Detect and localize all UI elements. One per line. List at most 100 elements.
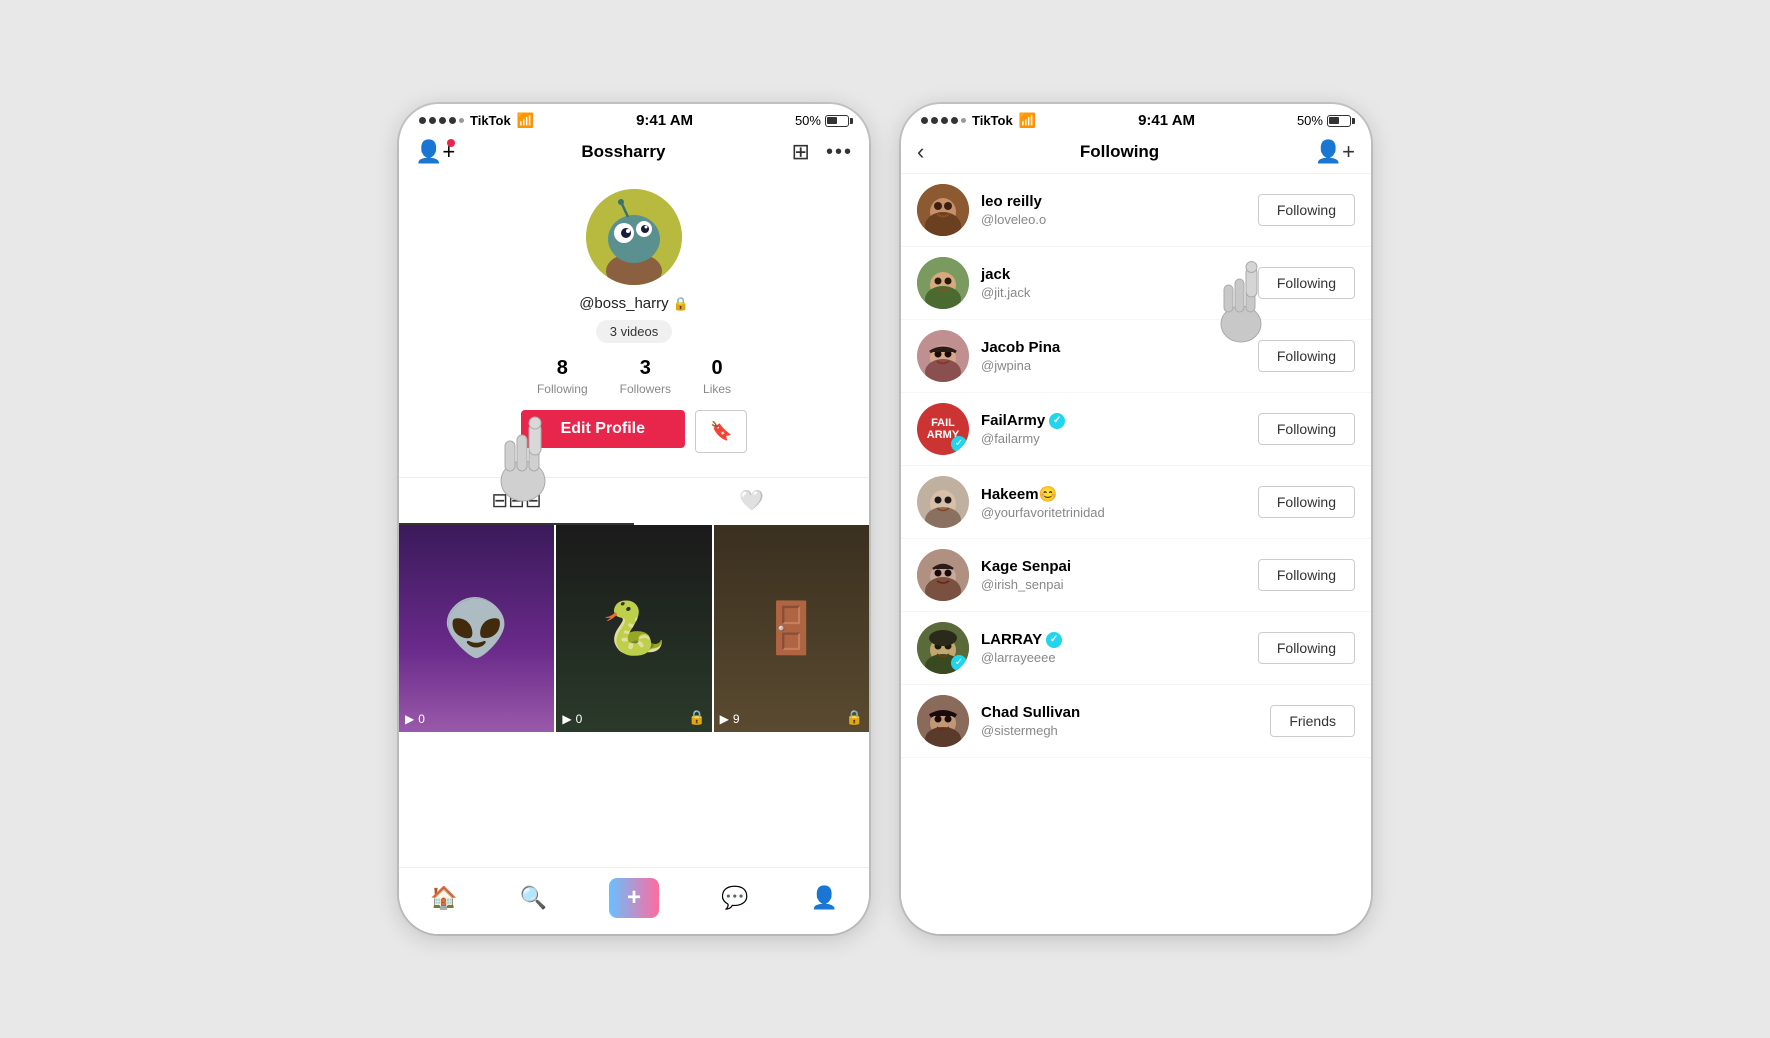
signal-indicator-2: [921, 117, 966, 124]
nav-profile[interactable]: 👤: [811, 885, 838, 911]
following-button-kage[interactable]: Following: [1258, 559, 1355, 591]
verified-icon-failarmy: ✓: [1049, 413, 1065, 429]
avatar-chad[interactable]: [917, 695, 969, 747]
user-handle-jack: @jit.jack: [981, 285, 1246, 300]
avatar-larray[interactable]: ✓: [917, 622, 969, 674]
avatar-kage[interactable]: [917, 549, 969, 601]
more-options-icon[interactable]: •••: [826, 141, 853, 164]
verified-badge-failarmy: ✓: [951, 422, 967, 453]
bookmark-button[interactable]: 🔖: [695, 410, 747, 453]
dot4: [449, 117, 456, 124]
videos-grid: 👽 ▶ 0 🐍 ▶ 0 🔒 🚪: [399, 525, 869, 732]
following-item-jack: jack @jit.jack Following: [901, 247, 1371, 320]
profile-icon: 👤: [811, 885, 838, 911]
signal-indicator: [419, 117, 464, 124]
nav-inbox[interactable]: 💬: [721, 885, 748, 911]
views-count-3: 9: [733, 712, 740, 726]
verified-badge-larray: ✓: [951, 641, 967, 672]
battery-group-2: 50%: [1297, 113, 1351, 128]
following-item-kage: Kage Senpai @irish_senpai Following: [901, 539, 1371, 612]
plus-icon: +: [627, 884, 641, 912]
user-name-hakeem: Hakeem😊: [981, 485, 1246, 503]
avatar-kage-svg: [917, 549, 969, 601]
lock-icon: 🔒: [673, 296, 689, 312]
tab-liked[interactable]: 🤍: [634, 478, 869, 525]
friends-button-chad[interactable]: Friends: [1270, 705, 1355, 737]
following-item-jacob: Jacob Pina @jwpina Following: [901, 320, 1371, 393]
battery-percent: 50%: [795, 113, 821, 128]
following-count: 8: [557, 357, 568, 380]
following-button-larray[interactable]: Following: [1258, 632, 1355, 664]
user-handle-larray: @larrayeeee: [981, 650, 1246, 665]
play-icon-1: ▶: [405, 712, 414, 726]
stat-likes[interactable]: 0 Likes: [703, 357, 731, 396]
video-views-3: ▶ 9: [720, 712, 740, 726]
bottom-navigation: 🏠 🔍 + 💬 👤: [399, 867, 869, 934]
edit-profile-button[interactable]: Edit Profile: [521, 410, 685, 448]
avatar-leo-svg: [917, 184, 969, 236]
profile-header: 👤+ Bossharry ⊞ •••: [399, 133, 869, 173]
battery-icon-2: [1327, 115, 1351, 127]
following-button-jacob[interactable]: Following: [1258, 340, 1355, 372]
video-thumb-1[interactable]: 👽 ▶ 0: [399, 525, 554, 732]
following-button-failarmy[interactable]: Following: [1258, 413, 1355, 445]
user-info-hakeem: Hakeem😊 @yourfavoritetrinidad: [981, 485, 1246, 520]
back-button[interactable]: ‹: [917, 139, 924, 165]
battery-percent-2: 50%: [1297, 113, 1323, 128]
wifi-icon-2: 📶: [1019, 112, 1036, 129]
grid-icon[interactable]: ⊞: [792, 139, 810, 165]
video-lock-1: 🔒: [688, 709, 705, 726]
following-phone: TikTok 📶 9:41 AM 50% ‹ Following 👤+: [901, 104, 1371, 934]
verified-icon-larray: ✓: [1046, 632, 1062, 648]
stat-following[interactable]: 8 Following: [537, 357, 588, 396]
user-handle-leo: @loveleo.o: [981, 212, 1246, 227]
nav-home[interactable]: 🏠: [430, 885, 457, 911]
tab-videos[interactable]: ⊟⊟⊟: [399, 478, 634, 525]
create-button[interactable]: +: [609, 878, 659, 918]
time-display-2: 9:41 AM: [1138, 112, 1195, 129]
home-icon: 🏠: [430, 885, 457, 911]
videos-badge: 3 videos: [596, 320, 672, 343]
grid-videos-icon: ⊟⊟⊟: [491, 488, 541, 513]
following-item-failarmy: FAILARMY ✓ FailArmy ✓ @failarmy Followin…: [901, 393, 1371, 466]
following-button-leo[interactable]: Following: [1258, 194, 1355, 226]
battery-fill: [827, 117, 837, 124]
video-views-1: ▶ 0: [405, 712, 425, 726]
video-thumb-3[interactable]: 🚪 ▶ 9 🔒: [714, 525, 869, 732]
user-name-jack: jack: [981, 266, 1246, 283]
avatar-hakeem[interactable]: [917, 476, 969, 528]
battery-group: 50%: [795, 113, 849, 128]
content-tabs: ⊟⊟⊟ 🤍: [399, 477, 869, 525]
video-thumb-2[interactable]: 🐍 ▶ 0 🔒: [556, 525, 711, 732]
avatar-hakeem-svg: [917, 476, 969, 528]
avatar-svg: [586, 189, 682, 285]
status-bar-profile: TikTok 📶 9:41 AM 50%: [399, 104, 869, 133]
action-row: Edit Profile: [501, 410, 768, 453]
views-count-1: 0: [418, 712, 425, 726]
user-info-larray: LARRAY ✓ @larrayeeee: [981, 631, 1246, 665]
add-user-following-button[interactable]: 👤+: [1315, 139, 1355, 165]
profile-handle: @boss_harry 🔒: [579, 295, 689, 312]
avatar-leo[interactable]: [917, 184, 969, 236]
profile-avatar[interactable]: [586, 189, 682, 285]
avatar-failarmy[interactable]: FAILARMY ✓: [917, 403, 969, 455]
stat-followers[interactable]: 3 Followers: [620, 357, 671, 396]
avatar-jacob[interactable]: [917, 330, 969, 382]
nav-search[interactable]: 🔍: [520, 885, 547, 911]
user-name-jacob: Jacob Pina: [981, 339, 1246, 356]
followers-label: Followers: [620, 382, 671, 396]
likes-count: 0: [711, 357, 722, 380]
user-info-jacob: Jacob Pina @jwpina: [981, 339, 1246, 373]
user-name-chad: Chad Sullivan: [981, 704, 1258, 721]
carrier-name-2: TikTok: [972, 113, 1013, 128]
following-item-larray: ✓ LARRAY ✓ @larrayeeee Following: [901, 612, 1371, 685]
heart-icon: 🤍: [739, 488, 764, 513]
following-button-jack[interactable]: Following: [1258, 267, 1355, 299]
play-icon-2: ▶: [562, 712, 571, 726]
user-info-leo: leo reilly @loveleo.o: [981, 193, 1246, 227]
following-button-hakeem[interactable]: Following: [1258, 486, 1355, 518]
carrier-name: TikTok: [470, 113, 511, 128]
profile-username-title: Bossharry: [581, 142, 665, 162]
avatar-chad-svg: [917, 695, 969, 747]
avatar-jack[interactable]: [917, 257, 969, 309]
